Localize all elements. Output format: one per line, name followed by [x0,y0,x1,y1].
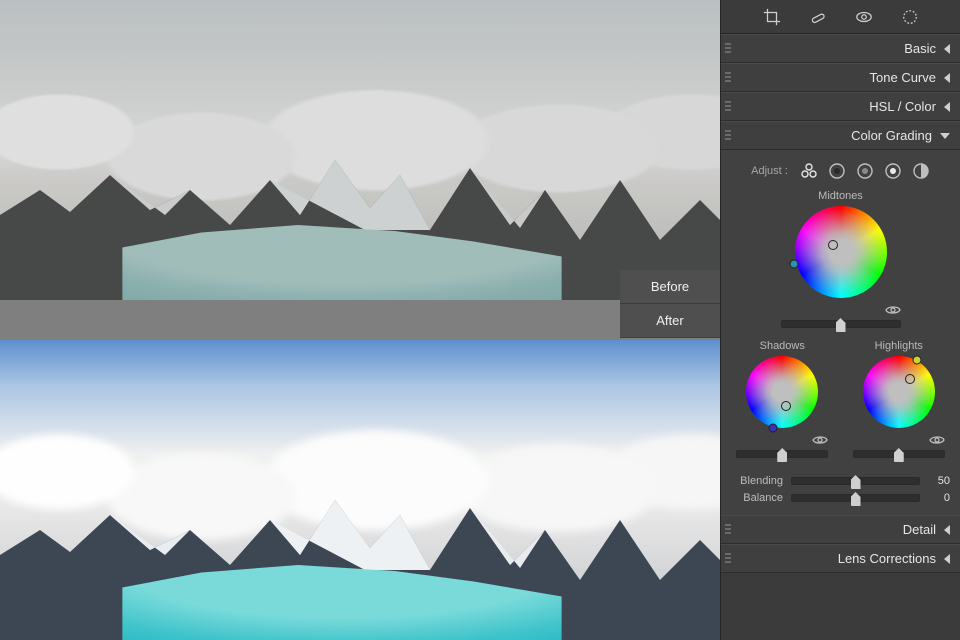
mode-3way-icon[interactable] [800,162,818,180]
blending-slider[interactable] [791,477,920,485]
heal-icon[interactable] [809,8,827,26]
before-label: Before [620,270,720,304]
preview-divider [0,300,720,340]
param-value: 50 [928,475,950,487]
develop-panel: Basic Tone Curve HSL / Color Color Gradi… [720,0,960,640]
section-detail[interactable]: Detail [721,515,960,544]
crop-icon[interactable] [763,8,781,26]
drag-handle-icon [725,43,731,55]
highlights-zone: Highlights [848,340,951,460]
highlights-lum-slider[interactable] [853,450,945,458]
mode-shadows-icon[interactable] [828,162,846,180]
section-title: Detail [903,522,936,537]
preview-area: Before After [0,0,720,640]
section-hsl-color[interactable]: HSL / Color [721,92,960,121]
param-label: Balance [731,492,783,504]
param-label: Blending [731,475,783,487]
midtones-lum-slider[interactable] [781,320,901,328]
drag-handle-icon [725,101,731,113]
mode-global-icon[interactable] [912,162,930,180]
drag-handle-icon [725,72,731,84]
collapse-icon [944,73,950,83]
zone-label: Highlights [875,340,923,352]
collapse-icon [944,102,950,112]
shadows-zone: Shadows [731,340,834,460]
shadows-wheel[interactable] [746,356,818,428]
after-image [0,340,720,640]
collapse-icon [944,525,950,535]
collapse-icon [944,554,950,564]
collapse-icon [944,44,950,54]
redeye-icon[interactable] [855,8,873,26]
adjust-label: Adjust : [751,165,788,177]
section-color-grading[interactable]: Color Grading [721,121,960,150]
section-title: Tone Curve [870,70,936,85]
section-title: Basic [904,41,936,56]
color-grading-body: Adjust : Midtones Sha [721,150,960,515]
eye-icon[interactable] [885,304,901,316]
zone-label: Midtones [818,190,863,202]
mode-midtones-icon[interactable] [856,162,874,180]
section-tone-curve[interactable]: Tone Curve [721,63,960,92]
midtones-zone: Midtones [731,190,950,330]
drag-handle-icon [725,553,731,565]
expand-icon [940,133,950,139]
highlights-wheel[interactable] [863,356,935,428]
section-basic[interactable]: Basic [721,34,960,63]
balance-row: Balance 0 [731,492,950,504]
radial-icon[interactable] [901,8,919,26]
zone-label: Shadows [760,340,805,352]
section-title: Color Grading [851,128,932,143]
mode-highlights-icon[interactable] [884,162,902,180]
section-title: Lens Corrections [838,551,936,566]
drag-handle-icon [725,130,731,142]
shadows-lum-slider[interactable] [736,450,828,458]
before-image [0,0,720,300]
param-value: 0 [928,492,950,504]
section-lens-corrections[interactable]: Lens Corrections [721,544,960,573]
balance-slider[interactable] [791,494,920,502]
tool-strip [721,0,960,34]
eye-icon[interactable] [929,434,945,446]
after-label: After [620,304,720,338]
eye-icon[interactable] [812,434,828,446]
section-title: HSL / Color [869,99,936,114]
drag-handle-icon [725,524,731,536]
midtones-wheel[interactable] [795,206,887,298]
blending-row: Blending 50 [731,475,950,487]
